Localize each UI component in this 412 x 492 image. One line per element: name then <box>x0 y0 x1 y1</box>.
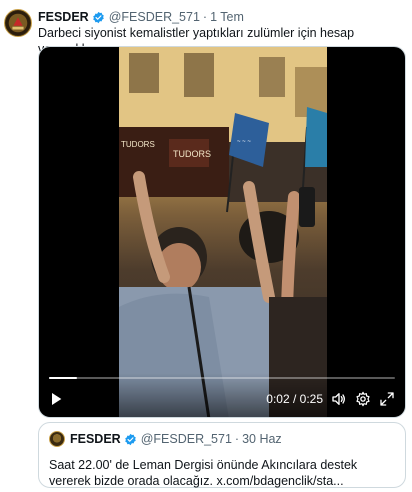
quoted-author-handle: @FESDER_571 <box>140 432 232 446</box>
quoted-tweet-header: FESDER @FESDER_571 · 30 Haz <box>49 431 395 447</box>
quoted-author-name: FESDER <box>70 432 121 446</box>
svg-text:~ ~ ~: ~ ~ ~ <box>237 139 251 145</box>
gear-icon[interactable] <box>355 391 371 407</box>
fullscreen-icon[interactable] <box>379 391 395 407</box>
avatar[interactable] <box>4 9 32 37</box>
author-name[interactable]: FESDER <box>38 10 89 24</box>
quoted-timestamp: 30 Haz <box>242 432 282 446</box>
quoted-tweet-text: Saat 22.00' de Leman Dergisi önünde Akın… <box>49 458 358 488</box>
separator-dot: · <box>202 10 208 24</box>
tweet-timestamp[interactable]: 1 Tem <box>210 10 244 24</box>
tweet-header: FESDER @FESDER_571 · 1 Tem <box>38 9 404 25</box>
shop-sign-2: TUDORS <box>173 149 211 159</box>
verified-badge-icon <box>92 11 104 23</box>
video-timecode: 0:02 / 0:25 <box>266 392 323 406</box>
fesder-logo-icon <box>5 10 31 36</box>
video-still-image: TUDORS TUDORS ~ ~ ~ <box>119 47 327 417</box>
verified-badge-icon <box>124 433 136 445</box>
volume-icon[interactable] <box>331 391 347 407</box>
video-player[interactable]: TUDORS TUDORS ~ ~ ~ 0:02 / 0:25 <box>38 46 406 418</box>
separator-dot: · <box>234 432 240 446</box>
video-frame[interactable]: TUDORS TUDORS ~ ~ ~ <box>119 47 327 417</box>
play-icon[interactable] <box>48 391 64 407</box>
author-handle[interactable]: @FESDER_571 <box>109 10 200 24</box>
quoted-tweet[interactable]: FESDER @FESDER_571 · 30 Haz Saat 22.00' … <box>38 422 406 488</box>
video-controls: 0:02 / 0:25 <box>39 373 405 417</box>
shop-sign-1: TUDORS <box>121 140 155 149</box>
video-progress-bar[interactable] <box>49 377 395 379</box>
video-progress-fill <box>49 377 77 379</box>
quoted-avatar <box>49 431 65 447</box>
